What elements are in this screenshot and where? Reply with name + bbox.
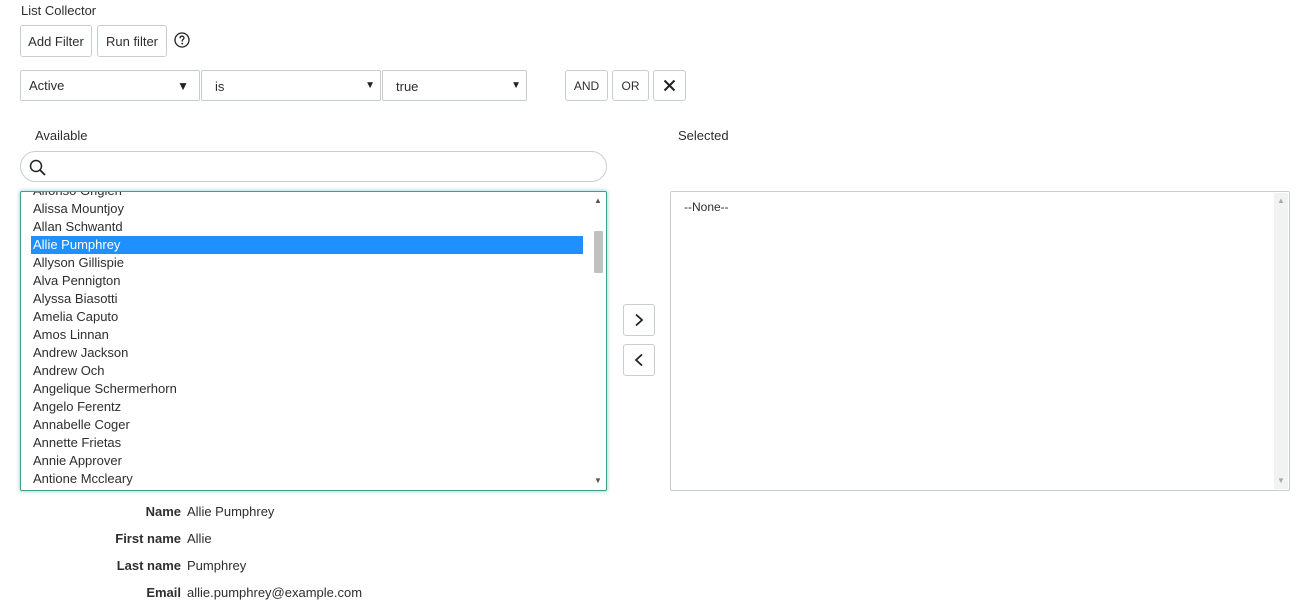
- available-label: Available: [35, 128, 88, 143]
- detail-value: Allie Pumphrey: [187, 504, 275, 519]
- filter-operator-select[interactable]: is ▼: [201, 70, 381, 101]
- detail-label: Name: [145, 504, 181, 519]
- list-item[interactable]: Andrew Jackson: [31, 344, 583, 362]
- list-item[interactable]: Annabelle Coger: [31, 416, 583, 434]
- caret-down-icon: ▼: [511, 80, 521, 91]
- detail-row-last-name: Last name Pumphrey: [0, 558, 600, 576]
- available-scrollbar[interactable]: ▲ ▼: [591, 193, 605, 489]
- remove-condition-button[interactable]: [653, 70, 686, 101]
- detail-value: Pumphrey: [187, 558, 247, 573]
- detail-row-first-name: First name Allie: [0, 531, 600, 549]
- detail-label: Email: [146, 585, 181, 600]
- list-item[interactable]: Allyson Gillispie: [31, 254, 583, 272]
- chevron-left-icon: [634, 353, 643, 367]
- filter-field-value: Active: [29, 78, 65, 93]
- list-item[interactable]: Alyssa Biasotti: [31, 290, 583, 308]
- close-icon: [663, 79, 676, 92]
- run-filter-button[interactable]: Run filter: [97, 25, 167, 57]
- add-filter-button[interactable]: Add Filter: [20, 25, 92, 57]
- detail-row-email: Email allie.pumphrey@example.com: [0, 585, 600, 603]
- selected-label: Selected: [678, 128, 729, 143]
- list-item[interactable]: Angelo Ferentz: [31, 398, 583, 416]
- list-item[interactable]: Annie Approver: [31, 452, 583, 470]
- remove-from-selected-button[interactable]: [623, 344, 655, 376]
- detail-label: First name: [115, 531, 181, 546]
- list-item[interactable]: Angelique Schermerhorn: [31, 380, 583, 398]
- chevron-right-icon: [635, 313, 644, 327]
- available-list[interactable]: Alfonso Griglen Alissa Mountjoy Allan Sc…: [20, 191, 607, 491]
- and-condition-button[interactable]: AND: [565, 70, 608, 101]
- filter-field-select[interactable]: Active ▼: [20, 70, 200, 101]
- list-item[interactable]: --None--: [682, 198, 729, 216]
- list-item-selected[interactable]: Allie Pumphrey: [31, 236, 583, 254]
- question-circle-icon[interactable]: [174, 32, 190, 48]
- scroll-up-icon[interactable]: ▲: [591, 195, 605, 207]
- available-items: Alfonso Griglen Alissa Mountjoy Allan Sc…: [31, 192, 583, 488]
- list-item[interactable]: Amos Linnan: [31, 326, 583, 344]
- list-item[interactable]: Alissa Mountjoy: [31, 200, 583, 218]
- list-item[interactable]: Alva Pennigton: [31, 272, 583, 290]
- list-item[interactable]: Alfonso Griglen: [31, 192, 583, 200]
- detail-value: Allie: [187, 531, 212, 546]
- page-title: List Collector: [21, 3, 97, 18]
- list-item[interactable]: Andrew Och: [31, 362, 583, 380]
- scroll-up-icon[interactable]: ▲: [1274, 195, 1288, 207]
- scroll-down-icon[interactable]: ▼: [1274, 475, 1288, 487]
- filter-value-select[interactable]: true ▼: [382, 70, 527, 101]
- or-condition-button[interactable]: OR: [612, 70, 649, 101]
- search-icon: [29, 159, 46, 176]
- add-to-selected-button[interactable]: [623, 304, 655, 336]
- detail-row-name: Name Allie Pumphrey: [0, 504, 600, 522]
- filter-value-value: true: [396, 79, 419, 94]
- available-search-box[interactable]: [20, 151, 607, 182]
- list-collector-page: List Collector Add Filter Run filter Act…: [0, 0, 1314, 607]
- detail-value: allie.pumphrey@example.com: [187, 585, 363, 600]
- selected-list[interactable]: --None-- ▲ ▼: [670, 191, 1290, 491]
- scroll-down-icon[interactable]: ▼: [591, 475, 605, 487]
- list-item[interactable]: Allan Schwantd: [31, 218, 583, 236]
- search-input[interactable]: [51, 158, 595, 178]
- detail-label: Last name: [116, 558, 181, 573]
- caret-down-icon: ▼: [177, 79, 189, 93]
- caret-down-icon: ▼: [365, 80, 375, 91]
- scrollbar-thumb[interactable]: [594, 231, 603, 273]
- list-item[interactable]: Amelia Caputo: [31, 308, 583, 326]
- filter-operator-value: is: [215, 79, 225, 94]
- list-item[interactable]: Annette Frietas: [31, 434, 583, 452]
- selected-scrollbar[interactable]: ▲ ▼: [1274, 193, 1288, 489]
- list-item[interactable]: Antione Mccleary: [31, 470, 583, 488]
